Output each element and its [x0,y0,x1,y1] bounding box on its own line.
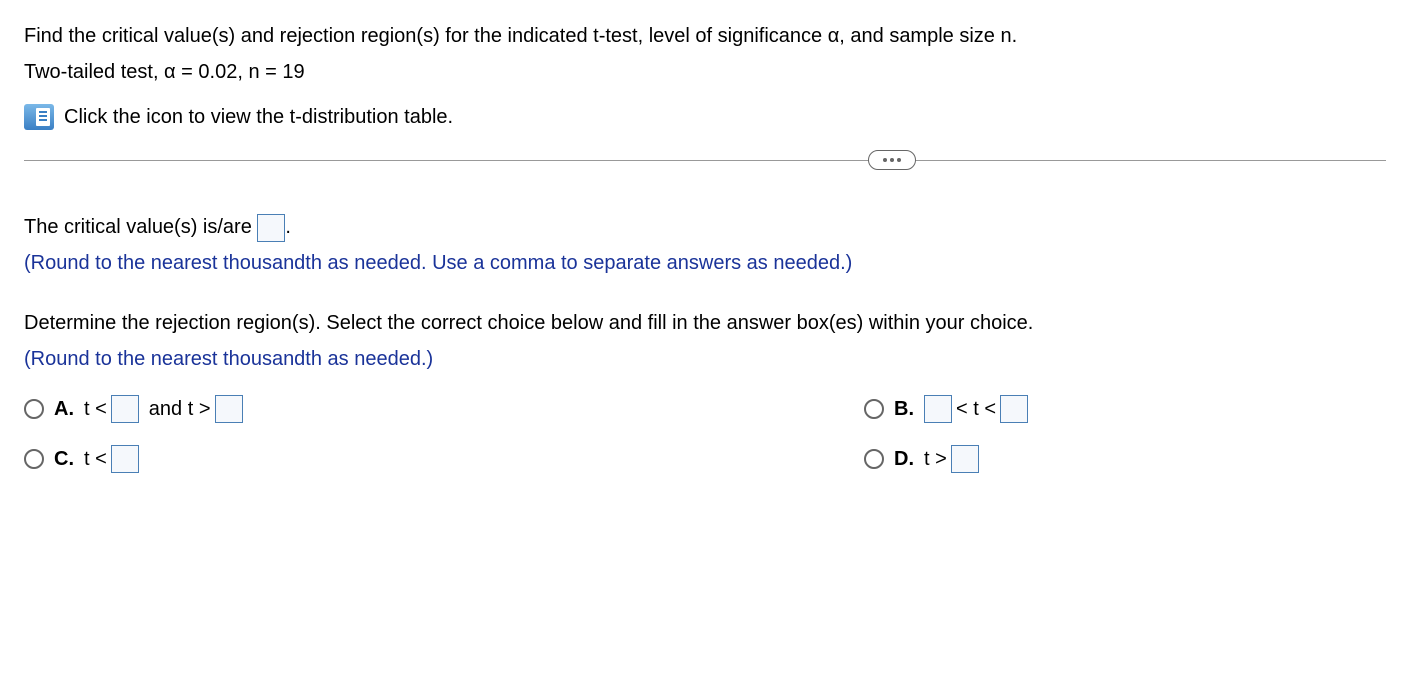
choice-a-text1: t < [84,398,107,421]
prompt-before: The critical value(s) is/are [24,216,257,238]
choices-grid: A. t < and t > B. < t < C. t < [24,395,1224,473]
choice-a-text2: and t > [149,398,211,421]
question-line-1: Find the critical value(s) and rejection… [24,20,1386,52]
choice-d: D. t > [644,445,1224,473]
question-line-2: Two-tailed test, α = 0.02, n = 19 [24,56,1386,88]
radio-d[interactable] [864,449,884,469]
divider-line [24,160,1386,161]
choice-a-input-1[interactable] [111,395,139,423]
critical-value-hint: (Round to the nearest thousandth as need… [24,247,1386,279]
choice-b-label: B. [894,398,914,421]
choice-c: C. t < [24,445,604,473]
choice-d-text1: t > [924,448,947,471]
choice-a: A. t < and t > [24,395,604,423]
choice-a-input-2[interactable] [215,395,243,423]
choice-d-input-1[interactable] [951,445,979,473]
choice-b-content: B. < t < [894,395,1028,423]
radio-c[interactable] [24,449,44,469]
choice-d-content: D. t > [894,445,979,473]
choice-c-text1: t < [84,448,107,471]
table-icon-text[interactable]: Click the icon to view the t-distributio… [64,106,453,129]
choice-a-content: A. t < and t > [54,395,243,423]
table-icon-line: Click the icon to view the t-distributio… [24,104,1386,130]
rejection-region-hint: (Round to the nearest thousandth as need… [24,343,1386,375]
expand-pill[interactable] [868,150,916,170]
choice-c-input-1[interactable] [111,445,139,473]
choice-b-text1: < t < [956,398,996,421]
choice-b: B. < t < [644,395,1224,423]
question-block: Find the critical value(s) and rejection… [24,20,1386,130]
section-divider [24,160,1386,161]
choice-d-label: D. [894,448,914,471]
choice-b-input-1[interactable] [924,395,952,423]
choice-c-content: C. t < [54,445,139,473]
critical-value-prompt: The critical value(s) is/are . [24,211,1386,243]
radio-b[interactable] [864,399,884,419]
critical-value-input[interactable] [257,214,285,242]
part2: Determine the rejection region(s). Selec… [24,307,1386,473]
prompt-after: . [285,216,291,238]
part1: The critical value(s) is/are . (Round to… [24,211,1386,279]
table-icon[interactable] [24,104,54,130]
rejection-region-prompt: Determine the rejection region(s). Selec… [24,307,1386,339]
choice-a-label: A. [54,398,74,421]
radio-a[interactable] [24,399,44,419]
choice-b-input-2[interactable] [1000,395,1028,423]
choice-c-label: C. [54,448,74,471]
